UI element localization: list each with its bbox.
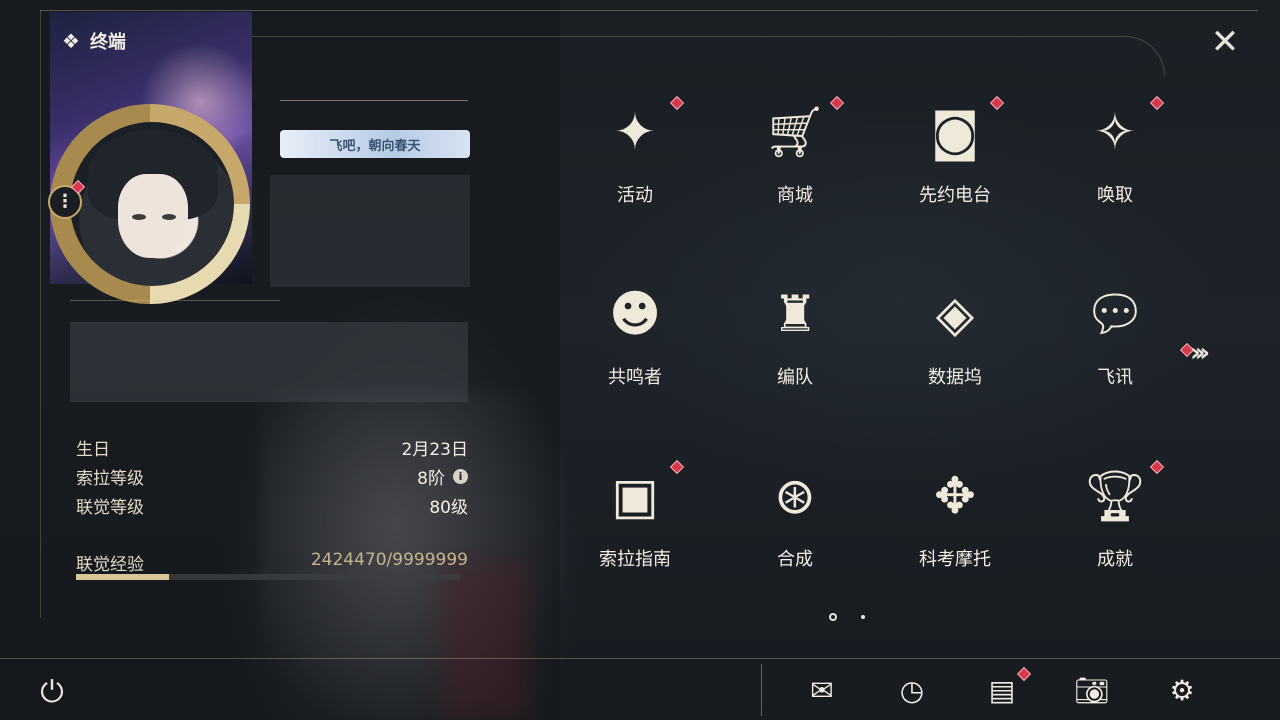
- menu-tile-label: 共鸣者: [608, 367, 662, 388]
- trophy-icon: 🏆︎: [1083, 466, 1147, 525]
- sparkle-icon: ✦: [614, 103, 656, 161]
- function-menu-grid: ✦ 活动 🛒︎ 商城 ◙ 先约电台 ✧ 唤取 ☻ 共鸣者 ♜ 编队 ◈ 数据坞 …: [555, 75, 1195, 623]
- clock-button[interactable]: ◷: [890, 668, 934, 712]
- title-badge-text: 飞吧，朝向春天: [329, 138, 421, 154]
- notification-badge: [669, 95, 685, 111]
- notification-badge: [669, 459, 685, 475]
- stat-row-sola-level: 索拉等级 8阶 i: [76, 464, 468, 489]
- stat-value: 2月23日: [401, 439, 468, 460]
- notification-badge: [989, 95, 1005, 111]
- notes-icon: ▤: [988, 673, 1016, 707]
- menu-tile-achievements[interactable]: 🏆︎ 成就: [1035, 439, 1195, 621]
- frame-top-line: [40, 10, 1258, 11]
- message-bubble-icon: 💬︎: [1083, 284, 1147, 343]
- notification-badge: [1149, 95, 1165, 111]
- menu-tile-label: 先约电台: [919, 185, 991, 206]
- menu-tile-motorbike[interactable]: ✥ 科考摩托: [875, 439, 1035, 621]
- notification-badge: [829, 95, 845, 111]
- double-chevron-right-icon: ›››: [1190, 338, 1210, 368]
- next-page-button[interactable]: ›››: [1190, 338, 1210, 368]
- menu-tile-synthesis[interactable]: ⊛ 合成: [715, 439, 875, 621]
- menu-tile-label: 合成: [777, 549, 813, 570]
- character-head-icon: ☻: [608, 285, 662, 343]
- pager-dot[interactable]: [861, 615, 865, 619]
- clock-icon: ◷: [899, 673, 925, 707]
- menu-tile-label: 成就: [1097, 549, 1133, 570]
- experience-label: 联觉经验: [76, 555, 144, 575]
- stat-label: 生日: [76, 439, 110, 460]
- more-vertical-icon: ⋮: [56, 191, 74, 212]
- power-button[interactable]: ⏻: [32, 672, 72, 712]
- stat-row-birthday: 生日 2月23日: [76, 436, 468, 460]
- frame-left-line: [40, 10, 41, 618]
- menu-tile-radio[interactable]: ◙ 先约电台: [875, 75, 1035, 257]
- menu-tile-label: 编队: [777, 367, 813, 388]
- gear-icon: ⚙: [1169, 673, 1195, 707]
- stats-list: 生日 2月23日 索拉等级 8阶 i 联觉等级 80级: [76, 436, 468, 523]
- profile-signature-area[interactable]: [70, 322, 468, 402]
- stat-row-union-level: 联觉等级 80级: [76, 494, 468, 518]
- mail-icon: ✉: [810, 673, 834, 707]
- pager-dot-current[interactable]: [829, 613, 837, 621]
- synthesis-icon: ⊛: [774, 467, 816, 525]
- data-dock-icon: ◈: [935, 285, 975, 343]
- menu-tile-messages[interactable]: 💬︎ 飞讯: [1035, 257, 1195, 439]
- power-icon: ⏻: [40, 674, 64, 710]
- menu-tile-resonators[interactable]: ☻ 共鸣者: [555, 257, 715, 439]
- guide-book-icon: ▣: [611, 467, 659, 525]
- menu-tile-label: 活动: [617, 185, 653, 206]
- menu-tile-label: 商城: [777, 185, 813, 206]
- menu-tile-label: 科考摩托: [919, 549, 991, 570]
- compass-star-icon: ✧: [1094, 103, 1136, 161]
- menu-tile-label: 索拉指南: [599, 549, 671, 570]
- app-title-text: 终端: [89, 32, 126, 53]
- experience-value: 2424470/9999999: [310, 550, 468, 570]
- profile-name-area: [270, 175, 470, 287]
- experience-progress-bar: [76, 574, 460, 580]
- menu-tile-data-dock[interactable]: ◈ 数据坞: [875, 257, 1035, 439]
- bottom-bar-separator: [761, 664, 762, 716]
- title-badge[interactable]: 飞吧，朝向春天: [280, 130, 470, 158]
- settings-button[interactable]: ⚙: [1160, 668, 1204, 712]
- menu-tile-shop[interactable]: 🛒︎ 商城: [715, 75, 875, 257]
- name-divider: [280, 100, 468, 101]
- stat-value: 8阶: [417, 468, 445, 489]
- info-icon[interactable]: i: [453, 468, 468, 484]
- close-button[interactable]: ✕: [1200, 20, 1250, 64]
- menu-tile-team[interactable]: ♜ 编队: [715, 257, 875, 439]
- app-title: ❖ 终端: [62, 28, 126, 54]
- mail-button[interactable]: ✉: [800, 668, 844, 712]
- frame-curve-line: [250, 36, 1165, 76]
- chess-piece-icon: ♜: [772, 285, 818, 343]
- camera-icon: 📷︎: [1074, 673, 1110, 707]
- menu-tile-activity[interactable]: ✦ 活动: [555, 75, 715, 257]
- menu-tile-convene[interactable]: ✧ 唤取: [1035, 75, 1195, 257]
- menu-tile-label: 唤取: [1097, 185, 1133, 206]
- experience-row: 联觉经验 2424470/9999999: [76, 550, 468, 575]
- bottom-bar-line: [0, 658, 1280, 659]
- camera-button[interactable]: 📷︎: [1070, 668, 1114, 712]
- avatar[interactable]: [70, 122, 234, 286]
- profile-divider: [70, 300, 280, 301]
- stat-label: 联觉等级: [76, 497, 144, 518]
- stat-value: 80级: [429, 497, 468, 518]
- stat-label: 索拉等级: [76, 468, 144, 489]
- close-x-icon: ✕: [1210, 22, 1240, 62]
- menu-tile-label: 数据坞: [928, 367, 982, 388]
- motorbike-icon: ✥: [934, 467, 976, 525]
- radio-icon: ◙: [930, 103, 980, 161]
- notification-badge: [1149, 459, 1165, 475]
- stat-value-wrap: 8阶 i: [417, 464, 468, 489]
- experience-progress-fill: [76, 574, 170, 580]
- menu-tile-label: 飞讯: [1097, 367, 1133, 388]
- menu-tile-guide[interactable]: ▣ 索拉指南: [555, 439, 715, 621]
- shopping-cart-icon: 🛒︎: [763, 102, 827, 161]
- diamond-cluster-icon: ❖: [62, 29, 80, 53]
